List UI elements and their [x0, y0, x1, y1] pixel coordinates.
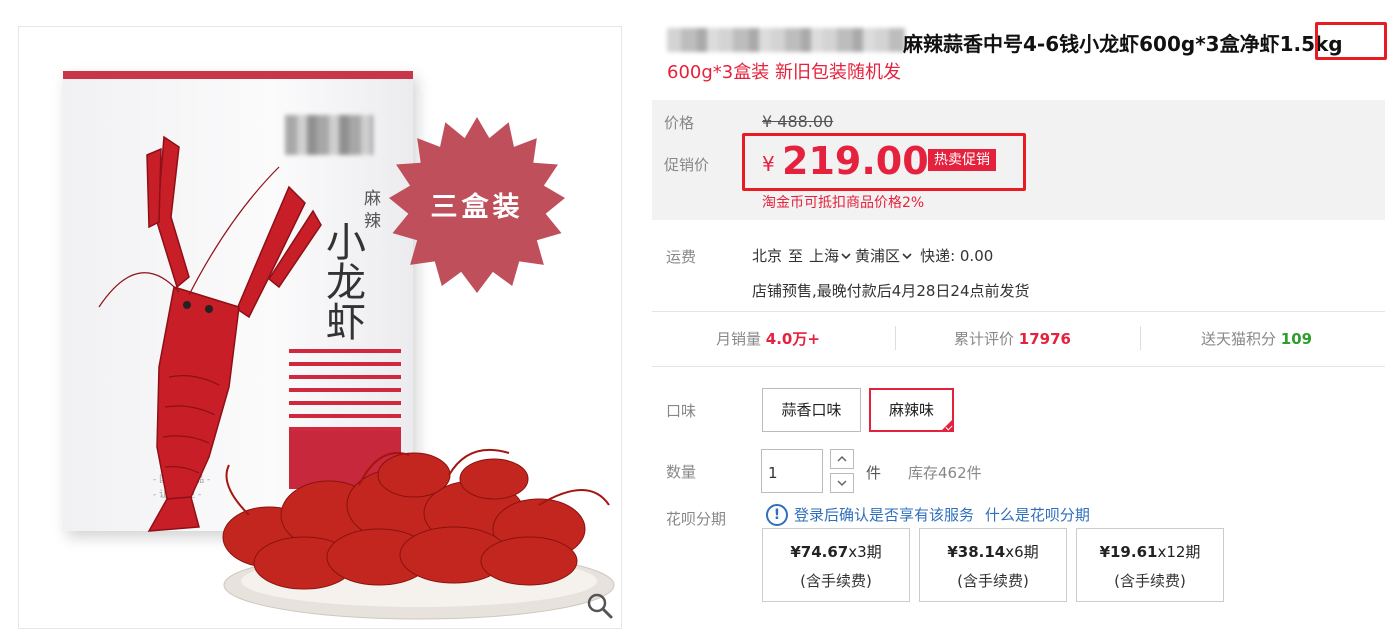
ship-to-word: 至 — [788, 247, 804, 265]
product-title: 麻辣蒜香中号4-6钱小龙虾600g*3盒净虾1.5kg — [903, 32, 1343, 56]
flavor-option-spicy[interactable]: 麻辣味 — [869, 388, 954, 432]
installment-option-6[interactable]: ¥38.14x6期 (含手续费) — [919, 528, 1067, 602]
product-image[interactable]: 麻 辣 小龙虾 - 国美食尚品 - - 让生活更 - 三盒装 — [18, 26, 622, 629]
quantity-increase-button[interactable] — [830, 449, 854, 469]
stock-count: 库存462件 — [908, 464, 982, 482]
coin-discount-note: 淘金币可抵扣商品价格2% — [762, 195, 925, 211]
monthly-sales: 月销量 4.0万+ — [716, 330, 820, 348]
ship-from: 北京 — [752, 247, 783, 265]
review-count[interactable]: 累计评价 17976 — [954, 328, 1071, 349]
shipping-label: 运费 — [666, 248, 697, 266]
quantity-unit: 件 — [866, 464, 882, 482]
chevron-down-icon — [841, 252, 851, 259]
divider — [652, 366, 1385, 367]
currency-symbol: ¥ — [762, 152, 775, 176]
monthly-sales-value: 4.0万+ — [765, 330, 820, 348]
huabei-label: 花呗分期 — [666, 510, 727, 528]
weight-highlight-box — [1315, 22, 1387, 60]
chevron-down-icon — [902, 252, 912, 259]
quantity-input[interactable]: 1 — [761, 449, 823, 493]
promo-tag: 热卖促销 — [928, 149, 996, 171]
chevron-down-icon — [837, 480, 847, 487]
huabei-note: 登录后确认是否享有该服务 什么是花呗分期 — [794, 506, 1090, 524]
quantity-label: 数量 — [666, 463, 697, 481]
what-is-huabei-link[interactable]: 什么是花呗分期 — [985, 506, 1090, 524]
installment-option-12[interactable]: ¥19.61x12期 (含手续费) — [1076, 528, 1224, 602]
checkmark-icon — [940, 418, 954, 432]
presale-note: 店铺预售,最晚付款后4月28日24点前发货 — [752, 282, 1030, 300]
info-icon: ! — [766, 504, 788, 526]
tmall-points-value: 109 — [1280, 330, 1313, 348]
divider — [652, 311, 1385, 312]
zoom-icon[interactable] — [587, 593, 613, 619]
shipping-line: 北京 至 上海 黄浦区 快递: 0.00 — [752, 245, 993, 266]
original-price: ¥ 488.00 — [762, 112, 834, 131]
promo-price: 219.00 — [782, 139, 929, 183]
review-count-value: 17976 — [1018, 330, 1071, 348]
blurred-shop-name — [667, 28, 905, 52]
flavor-option-garlic[interactable]: 蒜香口味 — [762, 388, 861, 432]
tmall-points: 送天猫积分 109 — [1201, 330, 1313, 348]
ship-district-select[interactable]: 黄浦区 — [855, 245, 916, 266]
quantity-decrease-button[interactable] — [830, 473, 854, 493]
promo-price-label: 促销价 — [664, 156, 710, 174]
flavor-label: 口味 — [666, 402, 697, 420]
express-fee: 快递: 0.00 — [920, 247, 994, 265]
price-label: 价格 — [664, 114, 695, 132]
crayfish-plate — [222, 448, 615, 620]
product-subtitle: 600g*3盒装 新旧包装随机发 — [667, 62, 901, 83]
ship-city-select[interactable]: 上海 — [809, 245, 855, 266]
login-link[interactable]: 登录 — [794, 506, 824, 524]
installment-option-3[interactable]: ¥74.67x3期 (含手续费) — [762, 528, 910, 602]
product-title-row: 麻辣蒜香中号4-6钱小龙虾600g*3盒净虾1.5kg — [667, 22, 1387, 60]
chevron-up-icon — [837, 455, 847, 462]
starburst-text: 三盒装 — [430, 192, 524, 223]
